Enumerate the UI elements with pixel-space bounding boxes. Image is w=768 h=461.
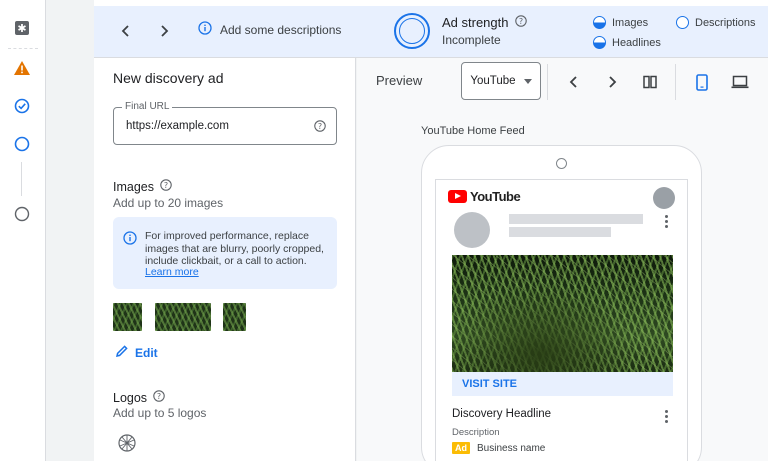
preview-toolbar: Preview YouTube [357, 58, 768, 104]
chevron-left-icon[interactable] [562, 70, 586, 94]
phone-screen: YouTube VISIT SITE Discovery Headline De… [435, 179, 688, 461]
images-subtitle: Add up to 20 images [113, 196, 224, 210]
image-quality-notice: For improved performance, replace images… [113, 217, 337, 289]
placeholder-avatar [454, 212, 490, 248]
help-icon[interactable]: ? [153, 390, 165, 405]
ad-badge: Ad [452, 442, 470, 454]
more-vert-icon[interactable] [665, 215, 669, 228]
ad-strength-status: Incomplete [442, 33, 501, 47]
chevron-left-icon[interactable] [114, 19, 138, 43]
form-title: New discovery ad [113, 70, 224, 86]
checklist-label: Headlines [612, 36, 661, 49]
check-circle-icon[interactable] [11, 95, 33, 117]
svg-text:?: ? [518, 17, 522, 26]
visit-site-button[interactable]: VISIT SITE [462, 378, 517, 390]
image-thumbnail[interactable] [223, 303, 246, 331]
ad-description: Description [452, 427, 500, 438]
ad-strength-title: Ad strength ? [442, 15, 527, 30]
asterisk-icon[interactable]: ✱ [11, 17, 33, 39]
ad-business-row: Ad Business name [452, 442, 545, 454]
platform-select-value: YouTube [470, 75, 516, 87]
visit-site-bar[interactable]: VISIT SITE [452, 372, 673, 396]
final-url-field[interactable]: Final URL https://example.com ? [113, 101, 337, 145]
business-name: Business name [477, 442, 546, 454]
youtube-wordmark: YouTube [470, 189, 521, 204]
checklist-label: Images [612, 16, 649, 29]
youtube-logo: YouTube [448, 189, 521, 204]
half-circle-icon [593, 16, 606, 29]
preview-panel: Preview YouTube YouTube Home Feed YouTub… [357, 58, 768, 461]
svg-text:?: ? [164, 181, 168, 190]
pencil-icon [115, 344, 129, 361]
placeholder-line [509, 214, 643, 224]
svg-text:?: ? [318, 122, 322, 131]
empty-circle-icon [676, 16, 689, 29]
toolbar-divider [547, 64, 548, 100]
step-circle-icon[interactable] [11, 133, 33, 155]
edit-label: Edit [135, 345, 158, 360]
gutter [46, 0, 94, 461]
toolbar-divider [675, 64, 676, 100]
checklist-label: Descriptions [695, 16, 756, 29]
images-title: Images [113, 179, 154, 194]
step-circle-icon[interactable] [11, 203, 33, 225]
chevron-right-icon[interactable] [152, 19, 176, 43]
checklist-headlines: Headlines [593, 36, 661, 49]
logos-section-title: Logos ? [113, 390, 165, 405]
final-url-label: Final URL [122, 101, 173, 112]
logos-title: Logos [113, 390, 148, 405]
platform-select[interactable]: YouTube [461, 62, 541, 100]
warning-icon[interactable] [11, 57, 33, 79]
phone-mockup: YouTube VISIT SITE Discovery Headline De… [421, 145, 702, 461]
rail-connector [21, 162, 22, 196]
ad-headline: Discovery Headline [452, 408, 552, 420]
step-rail: ✱ [0, 0, 46, 461]
help-icon[interactable]: ? [514, 15, 527, 30]
logo-thumbnail[interactable] [117, 433, 137, 458]
rail-divider [8, 48, 38, 49]
checklist-descriptions: Descriptions [676, 16, 756, 29]
ad-strength-banner: Add some descriptions Ad strength ? Inco… [94, 0, 768, 58]
info-icon [123, 231, 137, 250]
image-thumbnail[interactable] [113, 303, 142, 331]
svg-text:✱: ✱ [17, 22, 26, 35]
ad-strength-label: Ad strength [442, 15, 509, 30]
description-hint-text: Add some descriptions [220, 22, 342, 37]
ad-form-panel: New discovery ad Final URL https://examp… [94, 58, 356, 461]
ad-image [452, 255, 673, 372]
chevron-right-icon[interactable] [600, 70, 624, 94]
description-hint: Add some descriptions [198, 21, 341, 38]
preview-title: Preview [376, 73, 423, 88]
chevron-down-icon [523, 78, 532, 84]
logos-subtitle: Add up to 5 logos [113, 406, 207, 420]
checklist-images: Images [593, 16, 648, 29]
placeholder-line [509, 227, 611, 237]
help-icon[interactable]: ? [160, 179, 172, 194]
columns-icon[interactable] [638, 70, 662, 94]
ad-strength-ring [394, 13, 430, 49]
half-circle-icon [593, 36, 606, 49]
edit-images-button[interactable]: Edit [115, 344, 158, 361]
youtube-play-icon [448, 190, 467, 203]
desktop-device-icon[interactable] [728, 70, 752, 94]
help-icon[interactable]: ? [314, 119, 326, 137]
feed-label: YouTube Home Feed [421, 125, 525, 137]
image-thumbnail[interactable] [155, 303, 211, 331]
mobile-device-icon[interactable] [690, 70, 714, 94]
info-icon [198, 21, 212, 38]
more-vert-icon[interactable] [665, 410, 669, 423]
phone-camera [556, 158, 567, 169]
notice-text: For improved performance, replace images… [145, 230, 324, 267]
svg-text:?: ? [157, 392, 161, 401]
avatar [653, 187, 675, 209]
learn-more-link[interactable]: Learn more [145, 266, 199, 278]
final-url-input[interactable]: https://example.com [126, 120, 229, 132]
images-section-title: Images ? [113, 179, 172, 194]
